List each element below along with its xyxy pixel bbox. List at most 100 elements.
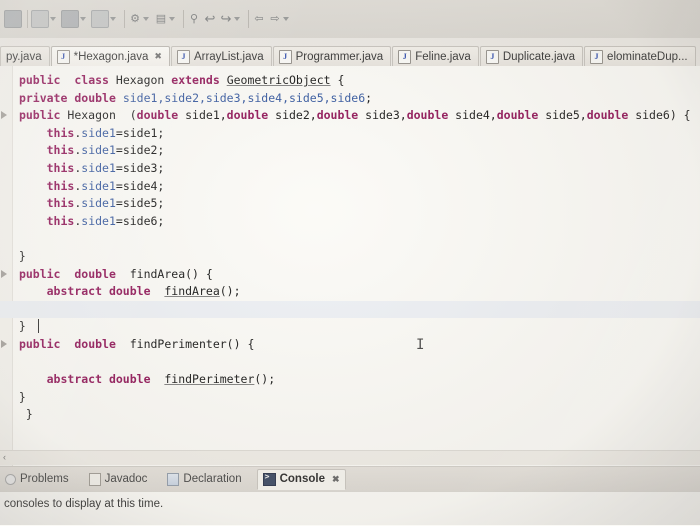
close-icon[interactable]: ✖ bbox=[332, 474, 340, 485]
text-caret bbox=[38, 319, 39, 334]
editor-tab[interactable]: J Programmer.java bbox=[272, 46, 392, 66]
code-line[interactable]: this.side1=side1; bbox=[0, 125, 700, 143]
view-tab[interactable]: Console ✖ bbox=[256, 468, 346, 490]
folding-marker-icon[interactable] bbox=[1, 339, 7, 348]
view-tab[interactable]: Problems bbox=[0, 470, 74, 488]
code-line[interactable]: this.side1=side2; bbox=[0, 142, 700, 160]
console-view[interactable]: consoles to display at this time. bbox=[0, 491, 700, 526]
code-line[interactable]: public class Hexagon extends GeometricOb… bbox=[0, 72, 700, 90]
code-keyword: this bbox=[46, 178, 75, 193]
editor-tab-label: *Hexagon.java bbox=[73, 50, 149, 63]
view-tab-label: Console bbox=[279, 473, 325, 485]
view-tab-label: Problems bbox=[20, 473, 69, 485]
code-line[interactable]: this.side1=side6; bbox=[0, 213, 700, 231]
editor-tab[interactable]: J *Hexagon.java ✖ bbox=[50, 46, 170, 66]
folding-marker-icon[interactable] bbox=[1, 269, 7, 278]
chevron-down-icon[interactable] bbox=[110, 17, 116, 21]
code-line[interactable]: this.side1=side5; bbox=[0, 195, 700, 213]
code-text: =side3; bbox=[115, 160, 165, 175]
code-keyword: double bbox=[586, 108, 629, 123]
code-keyword: abstract bbox=[46, 284, 103, 299]
code-keyword: double bbox=[406, 108, 449, 123]
code-line[interactable]: } bbox=[0, 406, 700, 424]
code-text: findPerimenter() { bbox=[115, 336, 255, 351]
editor-code[interactable]: public class Hexagon extends GeometricOb… bbox=[0, 72, 700, 424]
code-line[interactable]: } bbox=[0, 248, 700, 266]
toolbar-button-coverage[interactable] bbox=[91, 8, 119, 30]
toolbar-button-prev[interactable]: ⇦ bbox=[252, 8, 266, 30]
code-keyword: double bbox=[136, 108, 179, 123]
code-line[interactable]: this.side1=side4; bbox=[0, 178, 700, 196]
chevron-down-icon[interactable] bbox=[283, 17, 289, 21]
code-line[interactable]: abstract double findArea(); bbox=[0, 283, 700, 301]
view-tab-label: Declaration bbox=[183, 473, 242, 485]
editor-tab-bar: py.java J *Hexagon.java ✖ J ArrayList.java J Pr… bbox=[0, 44, 700, 66]
toolbar-button-next[interactable]: ⇨ bbox=[268, 8, 292, 30]
code-keyword: double bbox=[108, 284, 151, 299]
chevron-down-icon[interactable] bbox=[169, 17, 175, 21]
chevron-down-icon[interactable] bbox=[80, 17, 86, 21]
toolbar-button-forward[interactable]: ↪ bbox=[219, 8, 243, 30]
toolbar-button-run[interactable] bbox=[61, 8, 89, 30]
code-line[interactable]: public double findArea() { bbox=[0, 266, 700, 284]
code-line[interactable]: } bbox=[0, 389, 700, 407]
code-keyword: extends bbox=[171, 73, 220, 87]
toolbar-button-save[interactable] bbox=[4, 8, 22, 30]
code-field: side1 bbox=[81, 196, 116, 211]
view-tab[interactable]: Javadoc bbox=[84, 470, 153, 489]
code-text: findArea() { bbox=[115, 266, 213, 281]
toolbar-button-new[interactable]: ▤ bbox=[154, 8, 178, 30]
toolbar-button-debug[interactable] bbox=[31, 8, 59, 30]
code-line[interactable]: public Hexagon (double side1,double side… bbox=[0, 107, 700, 125]
chevron-down-icon[interactable] bbox=[234, 17, 240, 21]
code-text: side6) { bbox=[628, 108, 691, 123]
main-toolbar: ⚙ ▤ ⚲ ↩ ↪ ⇦ ⇨ bbox=[0, 0, 700, 38]
code-field: side1 bbox=[81, 178, 116, 193]
scroll-left-arrow-icon[interactable]: ‹ bbox=[3, 452, 6, 462]
code-line[interactable]: this.side1=side3; bbox=[0, 160, 700, 178]
code-line[interactable]: private double side1,side2,side3,side4,s… bbox=[0, 90, 700, 108]
code-line[interactable]: public double findPerimenter() { bbox=[0, 336, 700, 354]
close-icon[interactable]: ✖ bbox=[154, 51, 162, 62]
code-editor[interactable]: public class Hexagon extends GeometricOb… bbox=[0, 66, 700, 466]
code-line[interactable] bbox=[0, 354, 700, 372]
toolbar-button-external-tools[interactable]: ⚙ bbox=[128, 8, 152, 30]
code-text: =side6; bbox=[115, 213, 165, 228]
code-field: side1 bbox=[81, 213, 116, 228]
bottom-view-tab-bar: Problems Javadoc Declaration Console ✖ bbox=[0, 466, 700, 491]
editor-tab[interactable]: py.java bbox=[0, 46, 50, 66]
folding-marker-icon[interactable] bbox=[1, 111, 7, 120]
editor-tab[interactable]: J Feline.java bbox=[392, 46, 479, 66]
code-keyword: double bbox=[74, 90, 116, 105]
java-file-icon: J bbox=[176, 49, 190, 64]
toolbar-button-search[interactable]: ⚲ bbox=[187, 8, 201, 30]
code-text: ; bbox=[365, 90, 373, 105]
editor-horizontal-scrollbar[interactable]: ‹ bbox=[0, 450, 700, 465]
code-line[interactable] bbox=[0, 230, 700, 248]
chevron-down-icon[interactable] bbox=[143, 17, 149, 21]
code-line[interactable]: abstract double findPerimeter(); bbox=[0, 371, 700, 389]
editor-tab[interactable]: JelominateDup... bbox=[584, 46, 696, 66]
code-text: side5, bbox=[538, 108, 587, 123]
code-identifier: findArea bbox=[164, 284, 220, 299]
toolbar-separator bbox=[248, 10, 249, 28]
code-text: } bbox=[12, 248, 26, 263]
console-icon bbox=[262, 472, 276, 486]
editor-tab[interactable]: J ArrayList.java bbox=[170, 46, 272, 66]
view-tab[interactable]: Declaration bbox=[162, 470, 246, 489]
code-keyword: this bbox=[46, 125, 75, 140]
code-line[interactable] bbox=[0, 300, 700, 319]
java-file-icon: J bbox=[278, 49, 292, 64]
toolbar-button-back[interactable]: ↩ bbox=[203, 8, 217, 30]
editor-tab[interactable]: J Duplicate.java bbox=[479, 46, 584, 66]
code-text: { bbox=[330, 73, 345, 87]
chevron-down-icon[interactable] bbox=[50, 17, 56, 21]
code-line[interactable]: } bbox=[0, 318, 700, 336]
